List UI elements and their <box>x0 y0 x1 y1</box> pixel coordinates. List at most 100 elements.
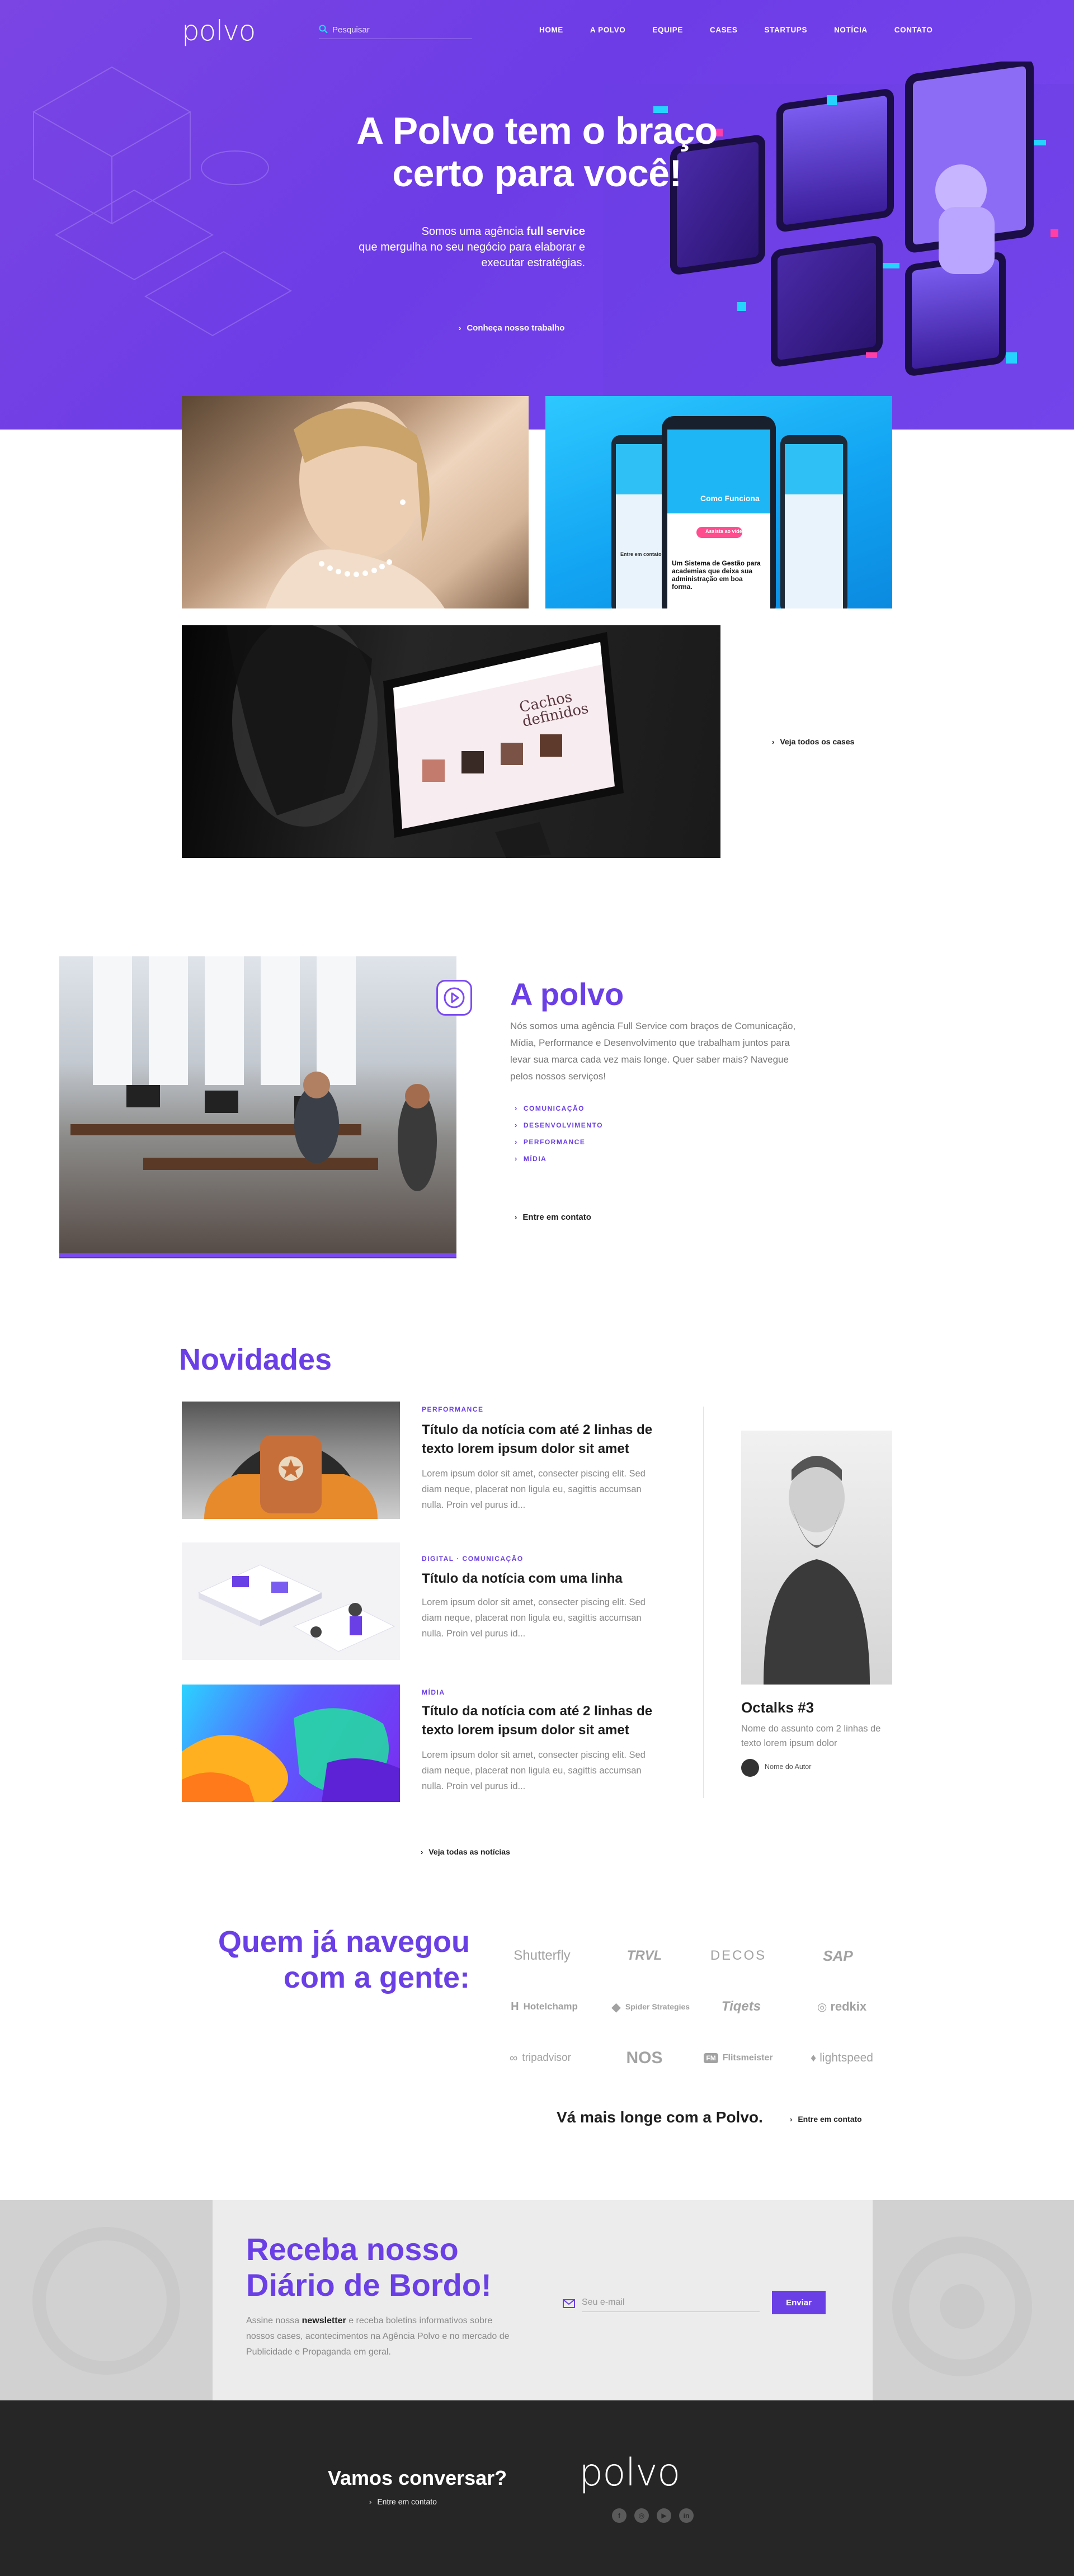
octalks-title[interactable]: Octalks #3 <box>741 1699 814 1716</box>
service-link-desenvolvimento[interactable]: › DESENVOLVIMENTO <box>515 1121 603 1129</box>
spider-mark-icon: ◆ <box>611 1999 621 2014</box>
nav-home[interactable]: HOME <box>539 26 563 34</box>
client-logo-redkix: ◎ redkix <box>797 1994 887 2020</box>
news-title[interactable]: Título da notícia com uma linha <box>422 1569 679 1588</box>
case-card-website[interactable]: Cachos definidos <box>182 625 720 858</box>
redkix-mark-icon: ◎ <box>817 2001 827 2013</box>
backpack-image <box>204 1435 378 1519</box>
octalks-image[interactable] <box>741 1431 892 1685</box>
chevron-right-icon: › <box>772 738 775 746</box>
news-title[interactable]: Título da notícia com até 2 linhas de te… <box>422 1702 679 1740</box>
chevron-right-icon: › <box>459 324 461 332</box>
divider <box>703 1407 704 1798</box>
footer-contact-label: Entre em contato <box>377 2497 437 2506</box>
service-link-midia[interactable]: › MÍDIA <box>515 1154 547 1163</box>
polvo-logo[interactable]: polvo <box>182 15 256 47</box>
service-label: COMUNICAÇÃO <box>523 1105 585 1112</box>
newsletter-title: Receba nosso Diário de Bordo! <box>246 2231 492 2303</box>
news-category[interactable]: MÍDIA <box>422 1688 445 1696</box>
chevron-right-icon: › <box>515 1104 518 1112</box>
see-all-news-link[interactable]: › Veja todas as notícias <box>421 1847 510 1856</box>
nav-cases[interactable]: CASES <box>710 26 738 34</box>
client-logo-label: lightspeed <box>819 2051 873 2064</box>
apolvo-description: Nós somos uma agência Full Service com b… <box>510 1021 796 1082</box>
client-logo-label: redkix <box>830 1999 867 2013</box>
service-label: MÍDIA <box>523 1155 547 1163</box>
service-link-performance[interactable]: › PERFORMANCE <box>515 1138 585 1146</box>
case-card-app[interactable]: Como Funciona Assista ao vídeo Um Sistem… <box>545 396 892 608</box>
search-input[interactable] <box>332 22 467 37</box>
chevron-right-icon: › <box>369 2498 372 2506</box>
service-label: DESENVOLVIMENTO <box>523 1121 603 1129</box>
nav-a-polvo[interactable]: A POLVO <box>590 26 625 34</box>
news-excerpt: Lorem ipsum dolor sit amet, consecter pi… <box>422 1750 646 1791</box>
accent-bar <box>59 1253 456 1257</box>
clients-title: Quem já navegou com a gente: <box>185 1924 470 1995</box>
news-title[interactable]: Título da notícia com até 2 linhas de te… <box>422 1421 679 1459</box>
mockup-left-text: Entre em contato <box>620 551 662 557</box>
news-category[interactable]: PERFORMANCE <box>422 1405 484 1413</box>
nav-noticia[interactable]: NOTÍCIA <box>834 26 868 34</box>
instagram-icon[interactable]: ◎ <box>634 2508 649 2523</box>
footer-logo[interactable]: polvo <box>579 2451 681 2495</box>
newsletter-title-line2: Diário de Bordo! <box>246 2267 492 2303</box>
nav-equipe[interactable]: EQUIPE <box>652 26 683 34</box>
news-excerpt: Lorem ipsum dolor sit amet, consecter pi… <box>422 1469 646 1510</box>
hero-title-line2: certo para você! <box>392 152 682 195</box>
case-card-jewelry[interactable] <box>182 396 529 608</box>
search-bar <box>319 22 472 39</box>
hero-title-line1: A Polvo tem o braço <box>356 110 718 152</box>
hero-title: A Polvo tem o braço certo para você! <box>291 110 783 195</box>
owl-icon: ∞ <box>510 2051 518 2064</box>
linkedin-icon[interactable]: in <box>679 2508 694 2523</box>
abstract-gradient-image <box>182 1708 400 1802</box>
youtube-icon[interactable]: ▶ <box>657 2508 671 2523</box>
monitor-mockup-image <box>227 625 624 858</box>
chevron-right-icon: › <box>421 1848 423 1856</box>
play-video-button[interactable] <box>436 980 472 1016</box>
client-logo-trvl: TRVL <box>626 1948 662 1963</box>
footer-title: Vamos conversar? <box>328 2466 507 2489</box>
footer-contact-link[interactable]: › Entre em contato <box>369 2497 437 2506</box>
service-link-comunicacao[interactable]: › COMUNICAÇÃO <box>515 1104 585 1112</box>
client-logo-sap: SAP <box>823 1947 853 1964</box>
chevron-right-icon: › <box>790 2115 793 2124</box>
client-logo-tiqets: Tiqets <box>721 1999 761 2014</box>
nav-startups[interactable]: STARTUPS <box>765 26 808 34</box>
hotelchamp-mark-icon: H <box>511 2000 519 2013</box>
chevron-right-icon: › <box>515 1138 518 1146</box>
send-button[interactable]: Enviar <box>772 2291 826 2314</box>
see-all-news-label: Veja todas as notícias <box>428 1847 510 1856</box>
hero-section: polvo HOME A POLVO EQUIPE CASES STARTUPS… <box>0 0 1074 430</box>
facebook-icon[interactable]: f <box>612 2508 626 2523</box>
news-image-backpack[interactable] <box>182 1402 400 1519</box>
octalks-subtitle: Nome do assunto com 2 linhas de texto lo… <box>741 1724 881 1748</box>
client-logo-hotelchamp: H Hotelchamp <box>500 1994 589 2020</box>
newsletter-section <box>0 2200 1074 2400</box>
apolvo-title: A polvo <box>510 976 624 1012</box>
apolvo-contact-link[interactable]: › Entre em contato <box>515 1212 591 1222</box>
footer <box>0 2400 1074 2576</box>
news-image-gradient[interactable] <box>182 1685 400 1802</box>
news-image-office[interactable] <box>182 1542 400 1660</box>
nav-contato[interactable]: CONTATO <box>894 26 933 34</box>
isometric-office-image <box>197 1564 395 1652</box>
hero-subtitle: Somos uma agência full service que mergu… <box>336 224 585 271</box>
news-category[interactable]: DIGITAL · COMUNICAÇÃO <box>422 1555 524 1563</box>
client-logo-label: tripadvisor <box>522 2052 571 2064</box>
apolvo-contact-label: Entre em contato <box>522 1212 591 1222</box>
client-logo-label: Spider Strategies <box>625 2002 690 2011</box>
see-all-cases-link[interactable]: › Veja todos os cases <box>772 737 854 746</box>
play-icon <box>444 987 465 1008</box>
office-photo <box>59 956 456 1258</box>
flame-icon: ♦ <box>811 2051 817 2064</box>
service-label: PERFORMANCE <box>523 1138 586 1146</box>
hero-cta-link[interactable]: › Conheça nosso trabalho <box>459 323 564 333</box>
clients-contact-link[interactable]: › Entre em contato <box>790 2115 862 2124</box>
clients-title-line2: com a gente: <box>283 1961 470 1994</box>
email-field[interactable] <box>582 2293 760 2312</box>
avatar <box>741 1759 759 1777</box>
clients-contact-label: Entre em contato <box>798 2115 862 2124</box>
mockup-headline: Um Sistema de Gestão para academias que … <box>672 559 761 591</box>
hero-sub-part2: que mergulha no seu negócio para elabora… <box>359 241 585 269</box>
